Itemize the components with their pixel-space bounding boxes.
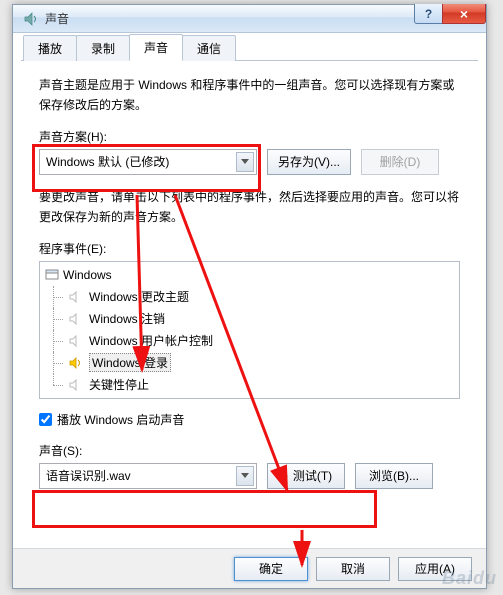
intro-text: 声音主题是应用于 Windows 和程序事件中的一组声音。您可以选择现有方案或保…	[39, 75, 460, 116]
tree-root[interactable]: Windows	[43, 265, 456, 286]
speaker-off-icon	[67, 289, 83, 305]
tree-item[interactable]: 关键性停止	[43, 374, 456, 396]
content-area: 播放 录制 声音 通信 声音主题是应用于 Windows 和程序事件中的一组声音…	[21, 37, 478, 544]
speaker-on-icon	[67, 355, 83, 371]
sound-label: 声音(S):	[39, 442, 460, 459]
tab-strip: 播放 录制 声音 通信	[21, 37, 478, 61]
tree-item-label: Windows 注销	[89, 310, 165, 327]
scheme-row: Windows 默认 (已修改) 另存为(V)... 删除(D)	[39, 149, 460, 175]
save-as-button[interactable]: 另存为(V)...	[267, 149, 351, 175]
scheme-label: 声音方案(H):	[39, 128, 460, 145]
help-button[interactable]: ?	[414, 4, 442, 24]
test-button[interactable]: 测试(T)	[267, 463, 345, 489]
speaker-off-icon	[67, 377, 83, 393]
cancel-button[interactable]: 取消	[316, 557, 390, 581]
sound-row: 语音误识别.wav 测试(T) 浏览(B)...	[39, 463, 460, 489]
tree-item[interactable]: Windows 用户帐户控制	[43, 330, 456, 352]
speaker-off-icon	[67, 311, 83, 327]
sound-dialog: 声音 ? × 播放 录制 声音 通信 声音主题是应用于 Windows 和程序事…	[12, 4, 487, 589]
tree-item-label: Windows 登录	[89, 353, 171, 372]
window-buttons: ? ×	[414, 4, 486, 24]
close-button[interactable]: ×	[442, 4, 486, 24]
scheme-combo[interactable]: Windows 默认 (已修改)	[39, 149, 257, 175]
tree-root-label: Windows	[63, 268, 112, 282]
sound-app-icon	[23, 11, 39, 27]
play-icon	[280, 471, 288, 481]
scheme-value: Windows 默认 (已修改)	[46, 153, 169, 170]
tree-item[interactable]: Windows 更改主题	[43, 286, 456, 308]
tab-recording[interactable]: 录制	[76, 35, 130, 61]
change-desc: 要更改声音，请单击以下列表中的程序事件，然后选择要应用的声音。您可以将更改保存为…	[39, 187, 460, 228]
browse-button[interactable]: 浏览(B)...	[355, 463, 433, 489]
tab-playback[interactable]: 播放	[23, 35, 77, 61]
startup-sound-label: 播放 Windows 启动声音	[57, 411, 184, 428]
speaker-off-icon	[67, 333, 83, 349]
windows-folder-icon	[45, 267, 59, 284]
sound-value: 语音误识别.wav	[46, 467, 131, 484]
chevron-down-icon	[236, 466, 254, 486]
dialog-buttons: 确定 取消 应用(A)	[13, 548, 486, 588]
titlebar[interactable]: 声音 ? ×	[13, 5, 486, 33]
sound-combo[interactable]: 语音误识别.wav	[39, 463, 257, 489]
startup-sound-row: 播放 Windows 启动声音	[39, 411, 460, 428]
tab-communications[interactable]: 通信	[182, 35, 236, 61]
tree-item[interactable]: Windows 注销	[43, 308, 456, 330]
tab-sounds[interactable]: 声音	[129, 34, 183, 61]
startup-sound-checkbox[interactable]	[39, 413, 52, 426]
tree-item-label: 关键性停止	[89, 376, 149, 393]
ok-button[interactable]: 确定	[234, 557, 308, 581]
sounds-panel: 声音主题是应用于 Windows 和程序事件中的一组声音。您可以选择现有方案或保…	[21, 61, 478, 511]
events-label: 程序事件(E):	[39, 240, 460, 257]
delete-button: 删除(D)	[361, 149, 439, 175]
chevron-down-icon	[236, 152, 254, 172]
tree-item-selected[interactable]: Windows 登录	[43, 352, 456, 374]
window-title: 声音	[45, 10, 69, 27]
tree-item-label: Windows 更改主题	[89, 288, 189, 305]
tree-item-label: Windows 用户帐户控制	[89, 332, 213, 349]
apply-button[interactable]: 应用(A)	[398, 557, 472, 581]
events-tree[interactable]: Windows Windows 更改主题 Windows 注销 Windows …	[39, 261, 460, 399]
